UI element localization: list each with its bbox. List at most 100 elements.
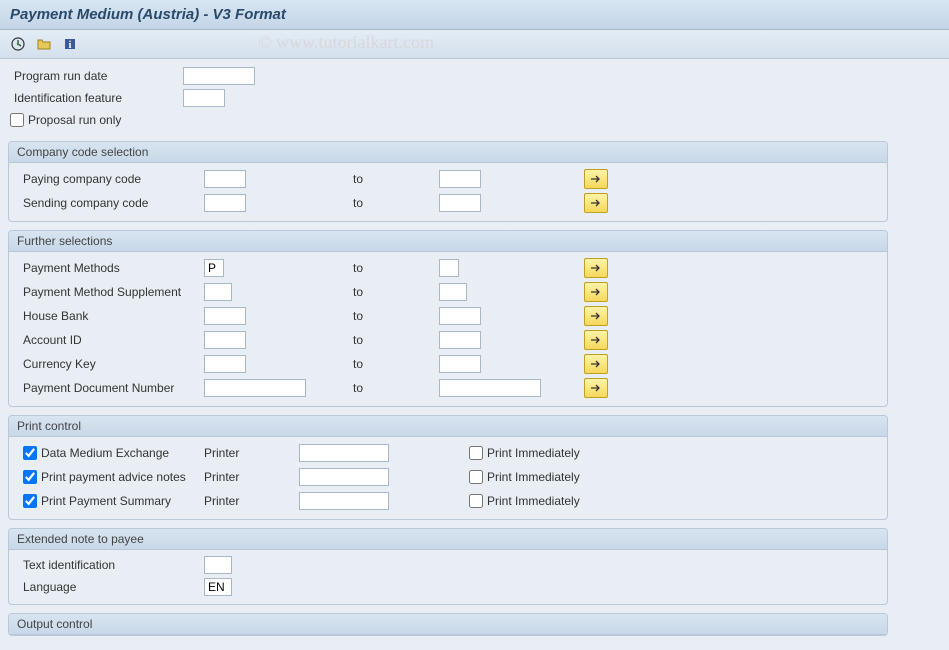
toolbar: i <box>0 30 949 59</box>
sending-company-label: Sending company code <box>9 196 204 210</box>
company-group: Company code selection Paying company co… <box>8 141 888 222</box>
clock-execute-icon <box>10 36 26 52</box>
language-input[interactable] <box>204 578 232 596</box>
multi-select-button[interactable] <box>584 330 608 350</box>
advice-check-label: Print payment advice notes <box>41 470 186 484</box>
payment-method-supplement-to[interactable] <box>439 283 467 301</box>
payment-method-supplement-from[interactable] <box>204 283 232 301</box>
further-header: Further selections <box>9 231 887 252</box>
multi-select-button[interactable] <box>584 306 608 326</box>
range-row: Payment Method Supplement to <box>9 280 887 304</box>
proposal-label: Proposal run only <box>28 113 121 127</box>
house-bank-to[interactable] <box>439 307 481 325</box>
multi-select-button[interactable] <box>584 378 608 398</box>
advice-printer-input[interactable] <box>299 468 389 486</box>
payment-methods-to[interactable] <box>439 259 459 277</box>
range-row: Paying company code to <box>9 167 887 191</box>
output-header: Output control <box>9 614 887 635</box>
printer-label: Printer <box>204 446 299 460</box>
range-row: House Bank to <box>9 304 887 328</box>
payment-methods-label: Payment Methods <box>9 261 204 275</box>
program-run-date-input[interactable] <box>183 67 255 85</box>
output-group: Output control <box>8 613 888 636</box>
arrow-right-icon <box>590 311 602 321</box>
paying-company-to[interactable] <box>439 170 481 188</box>
to-label: to <box>339 381 439 395</box>
payment-doc-number-label: Payment Document Number <box>9 381 204 395</box>
arrow-right-icon <box>590 174 602 184</box>
immed-label: Print Immediately <box>487 470 580 484</box>
paying-company-label: Paying company code <box>9 172 204 186</box>
further-group: Further selections Payment Methods to Pa… <box>8 230 888 407</box>
range-row: Account ID to <box>9 328 887 352</box>
dme-printer-input[interactable] <box>299 444 389 462</box>
house-bank-label: House Bank <box>9 309 204 323</box>
text-id-label: Text identification <box>9 558 204 572</box>
payment-methods-from[interactable] <box>204 259 224 277</box>
execute-button[interactable] <box>8 34 28 54</box>
sending-company-from[interactable] <box>204 194 246 212</box>
multi-select-button[interactable] <box>584 193 608 213</box>
multi-select-button[interactable] <box>584 169 608 189</box>
company-header: Company code selection <box>9 142 887 163</box>
currency-key-to[interactable] <box>439 355 481 373</box>
advice-checkbox[interactable] <box>23 470 37 484</box>
program-run-date-label: Program run date <box>8 69 183 83</box>
paying-company-from[interactable] <box>204 170 246 188</box>
printer-label: Printer <box>204 470 299 484</box>
content-area: Program run date Identification feature … <box>0 59 949 650</box>
folder-icon <box>36 36 52 52</box>
range-row: Payment Methods to <box>9 256 887 280</box>
account-id-from[interactable] <box>204 331 246 349</box>
arrow-right-icon <box>590 383 602 393</box>
account-id-to[interactable] <box>439 331 481 349</box>
multi-select-button[interactable] <box>584 282 608 302</box>
print-header: Print control <box>9 416 887 437</box>
text-id-input[interactable] <box>204 556 232 574</box>
house-bank-from[interactable] <box>204 307 246 325</box>
language-label: Language <box>9 580 204 594</box>
currency-key-from[interactable] <box>204 355 246 373</box>
arrow-right-icon <box>590 198 602 208</box>
summary-printer-input[interactable] <box>299 492 389 510</box>
info-icon: i <box>62 36 78 52</box>
page-root: Payment Medium (Austria) - V3 Format © w… <box>0 0 949 650</box>
arrow-right-icon <box>590 287 602 297</box>
multi-select-button[interactable] <box>584 354 608 374</box>
print-row: Data Medium Exchange Printer Print Immed… <box>9 441 887 465</box>
dme-checkbox[interactable] <box>23 446 37 460</box>
payment-doc-number-from[interactable] <box>204 379 306 397</box>
to-label: to <box>339 196 439 210</box>
extended-group: Extended note to payee Text identificati… <box>8 528 888 605</box>
info-button[interactable]: i <box>60 34 80 54</box>
sending-company-to[interactable] <box>439 194 481 212</box>
arrow-right-icon <box>590 335 602 345</box>
to-label: to <box>339 333 439 347</box>
arrow-right-icon <box>590 263 602 273</box>
multi-select-button[interactable] <box>584 258 608 278</box>
summary-immed-checkbox[interactable] <box>469 494 483 508</box>
payment-doc-number-to[interactable] <box>439 379 541 397</box>
identification-label: Identification feature <box>8 91 183 105</box>
identification-input[interactable] <box>183 89 225 107</box>
dme-check-label: Data Medium Exchange <box>41 446 169 460</box>
top-fields: Program run date Identification feature … <box>8 65 941 131</box>
print-row: Print payment advice notes Printer Print… <box>9 465 887 489</box>
printer-label: Printer <box>204 494 299 508</box>
dme-immed-checkbox[interactable] <box>469 446 483 460</box>
proposal-checkbox[interactable] <box>10 113 24 127</box>
to-label: to <box>339 309 439 323</box>
advice-immed-checkbox[interactable] <box>469 470 483 484</box>
page-title: Payment Medium (Austria) - V3 Format <box>0 0 949 30</box>
svg-text:i: i <box>69 40 72 51</box>
account-id-label: Account ID <box>9 333 204 347</box>
print-group: Print control Data Medium Exchange Print… <box>8 415 888 520</box>
currency-key-label: Currency Key <box>9 357 204 371</box>
get-variant-button[interactable] <box>34 34 54 54</box>
print-row: Print Payment Summary Printer Print Imme… <box>9 489 887 513</box>
to-label: to <box>339 285 439 299</box>
extended-header: Extended note to payee <box>9 529 887 550</box>
to-label: to <box>339 261 439 275</box>
range-row: Payment Document Number to <box>9 376 887 400</box>
summary-checkbox[interactable] <box>23 494 37 508</box>
